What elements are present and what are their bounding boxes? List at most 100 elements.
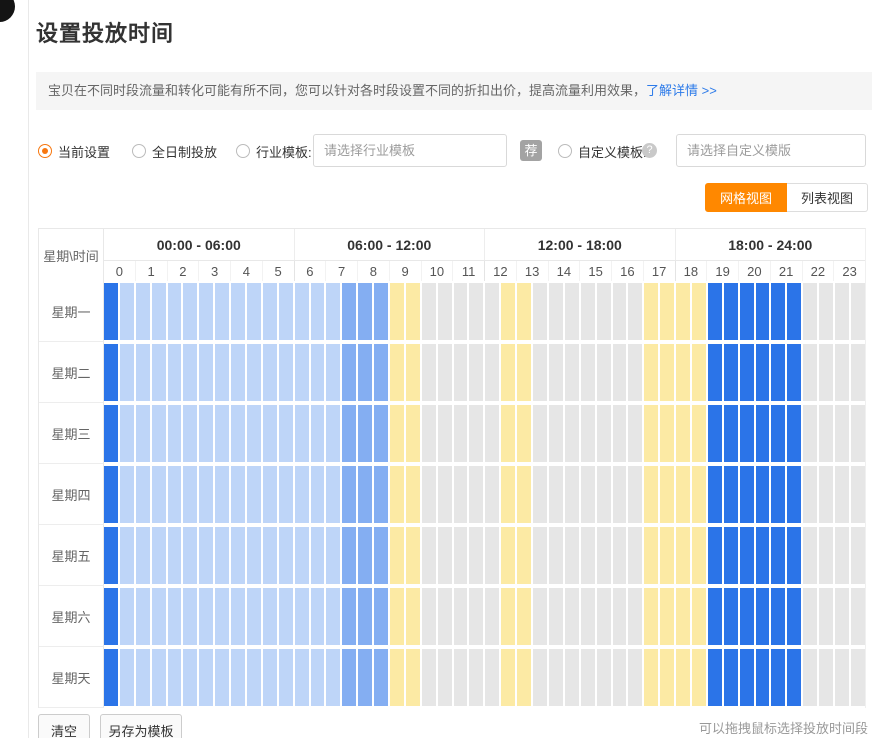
- time-cell[interactable]: [422, 466, 436, 523]
- hour-header-19[interactable]: 19: [706, 261, 738, 281]
- time-cell[interactable]: [231, 405, 245, 462]
- time-cell[interactable]: [644, 527, 658, 584]
- time-cell[interactable]: [311, 527, 325, 584]
- time-cell[interactable]: [692, 466, 706, 523]
- day-label-1[interactable]: 星期一: [39, 281, 104, 342]
- time-cell[interactable]: [485, 344, 499, 401]
- time-cell[interactable]: [279, 344, 293, 401]
- time-cell[interactable]: [342, 588, 356, 645]
- time-cell[interactable]: [517, 649, 531, 706]
- time-cell[interactable]: [549, 527, 563, 584]
- radio-industry-template[interactable]: 行业模板:: [236, 133, 312, 169]
- time-cell[interactable]: [533, 649, 547, 706]
- time-cell[interactable]: [819, 344, 833, 401]
- time-cell[interactable]: [628, 527, 642, 584]
- time-cell[interactable]: [374, 344, 388, 401]
- time-cell[interactable]: [835, 588, 849, 645]
- day-label-2[interactable]: 星期二: [39, 342, 104, 403]
- time-cell[interactable]: [597, 344, 611, 401]
- hour-header-23[interactable]: 23: [833, 261, 865, 281]
- time-cell[interactable]: [215, 405, 229, 462]
- time-cell[interactable]: [422, 344, 436, 401]
- time-cell[interactable]: [311, 649, 325, 706]
- time-cell[interactable]: [835, 283, 849, 340]
- time-cell[interactable]: [835, 405, 849, 462]
- time-cell[interactable]: [485, 649, 499, 706]
- time-cell[interactable]: [771, 344, 785, 401]
- time-cell[interactable]: [231, 466, 245, 523]
- time-cell[interactable]: [533, 283, 547, 340]
- time-cell[interactable]: [692, 283, 706, 340]
- time-cell[interactable]: [263, 649, 277, 706]
- time-cell[interactable]: [295, 405, 309, 462]
- time-cell[interactable]: [771, 588, 785, 645]
- time-cell[interactable]: [120, 588, 134, 645]
- time-cell[interactable]: [438, 527, 452, 584]
- time-cell[interactable]: [454, 649, 468, 706]
- day-label-5[interactable]: 星期五: [39, 525, 104, 586]
- time-cell[interactable]: [406, 527, 420, 584]
- time-cell[interactable]: [390, 283, 404, 340]
- time-cell[interactable]: [374, 527, 388, 584]
- time-cell[interactable]: [533, 344, 547, 401]
- time-cell[interactable]: [326, 466, 340, 523]
- time-cell[interactable]: [819, 283, 833, 340]
- time-cell[interactable]: [311, 466, 325, 523]
- time-cell[interactable]: [660, 588, 674, 645]
- time-cell[interactable]: [692, 649, 706, 706]
- time-cell[interactable]: [374, 283, 388, 340]
- time-cell[interactable]: [724, 466, 738, 523]
- time-cell[interactable]: [168, 405, 182, 462]
- time-cell[interactable]: [501, 527, 515, 584]
- time-cell[interactable]: [152, 466, 166, 523]
- time-cell[interactable]: [756, 527, 770, 584]
- time-cell[interactable]: [740, 283, 754, 340]
- time-cell[interactable]: [247, 588, 261, 645]
- time-cell[interactable]: [136, 283, 150, 340]
- time-cell[interactable]: [565, 527, 579, 584]
- hour-header-13[interactable]: 13: [516, 261, 548, 281]
- clear-button[interactable]: 清空: [38, 714, 90, 738]
- time-cell[interactable]: [803, 649, 817, 706]
- time-cell[interactable]: [120, 405, 134, 462]
- hour-header-4[interactable]: 4: [230, 261, 262, 281]
- hour-header-12[interactable]: 12: [484, 261, 516, 281]
- time-cell[interactable]: [263, 344, 277, 401]
- time-cell[interactable]: [120, 344, 134, 401]
- time-cell[interactable]: [517, 588, 531, 645]
- hour-header-15[interactable]: 15: [579, 261, 611, 281]
- time-cell[interactable]: [168, 649, 182, 706]
- time-cell[interactable]: [724, 588, 738, 645]
- time-cell[interactable]: [469, 588, 483, 645]
- time-cell[interactable]: [819, 527, 833, 584]
- time-cell[interactable]: [517, 283, 531, 340]
- hour-header-14[interactable]: 14: [548, 261, 580, 281]
- time-cell[interactable]: [136, 588, 150, 645]
- time-cell[interactable]: [660, 344, 674, 401]
- time-cell[interactable]: [215, 649, 229, 706]
- time-cell[interactable]: [263, 466, 277, 523]
- time-cell[interactable]: [533, 466, 547, 523]
- time-cell[interactable]: [390, 527, 404, 584]
- time-cell[interactable]: [358, 649, 372, 706]
- time-cell[interactable]: [422, 588, 436, 645]
- time-cell[interactable]: [215, 466, 229, 523]
- time-cell[interactable]: [104, 405, 118, 462]
- time-cell[interactable]: [152, 344, 166, 401]
- time-cell[interactable]: [263, 405, 277, 462]
- time-cell[interactable]: [342, 405, 356, 462]
- time-cell[interactable]: [819, 649, 833, 706]
- time-cell[interactable]: [231, 527, 245, 584]
- time-cell[interactable]: [152, 283, 166, 340]
- time-cell[interactable]: [851, 405, 865, 462]
- time-cell[interactable]: [390, 649, 404, 706]
- radio-custom-template[interactable]: 自定义模板:: [558, 133, 647, 169]
- time-cell[interactable]: [819, 466, 833, 523]
- time-cell[interactable]: [168, 588, 182, 645]
- time-cell[interactable]: [756, 466, 770, 523]
- time-cell[interactable]: [422, 649, 436, 706]
- hour-header-0[interactable]: 0: [104, 261, 135, 281]
- time-cell[interactable]: [390, 588, 404, 645]
- time-cell[interactable]: [501, 405, 515, 462]
- time-cell[interactable]: [581, 283, 595, 340]
